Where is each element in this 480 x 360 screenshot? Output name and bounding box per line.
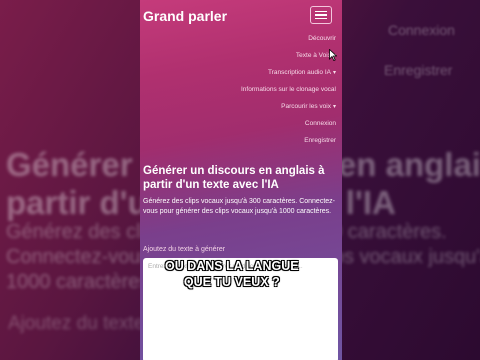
mouse-cursor-icon — [329, 49, 337, 61]
caption-line2: QUE TU VEUX ? — [183, 275, 280, 289]
chevron-down-icon: ▾ — [332, 70, 336, 76]
video-caption: OU DANS LA LANGUE QUE TU VEUX ? — [165, 258, 299, 290]
hamburger-menu-button[interactable] — [310, 6, 332, 24]
caption-line1: OU DANS LA LANGUE — [165, 259, 299, 273]
brand-logo[interactable]: Grand parler — [143, 8, 227, 24]
text-input-label: Ajoutez du texte à générer — [143, 246, 226, 253]
menu-item-texte-a-voix[interactable]: Texte à Voix▾ — [241, 47, 336, 64]
menu-item-label: Connexion — [304, 120, 336, 127]
menu-item-label: Transcription audio IA — [267, 69, 331, 76]
menu-item-label: Enregistrer — [304, 137, 336, 144]
chevron-down-icon: ▾ — [332, 104, 336, 110]
page-title: Générer un discours en anglais à partir … — [143, 165, 325, 191]
nav-menu: Découvrir Texte à Voix▾ Transcription au… — [241, 30, 336, 149]
menu-item-transcription[interactable]: Transcription audio IA ▾ — [241, 64, 336, 81]
menu-item-label: Parcourir les voix — [281, 103, 331, 110]
hamburger-icon-line — [315, 14, 327, 16]
bg-enregistrer-link: Enregistrer — [384, 62, 453, 78]
page-description: Générez des clips vocaux jusqu'à 300 car… — [143, 198, 335, 215]
mobile-page: Grand parler Découvrir Texte à Voix▾ Tra… — [140, 0, 342, 360]
menu-item-decouvrir[interactable]: Découvrir — [241, 30, 336, 47]
bg-connexion-link: Connexion — [388, 22, 455, 38]
menu-item-connexion[interactable]: Connexion — [241, 115, 336, 132]
menu-item-parcourir-voix[interactable]: Parcourir les voix ▾ — [241, 98, 336, 115]
menu-item-enregistrer[interactable]: Enregistrer — [241, 132, 336, 149]
menu-item-label: Informations sur le clonage vocal — [240, 86, 336, 93]
hamburger-icon-line — [315, 17, 327, 20]
menu-item-label: Découvrir — [308, 35, 336, 42]
menu-item-label: Texte à Voix — [295, 52, 331, 59]
menu-item-clonage-vocal[interactable]: Informations sur le clonage vocal — [241, 81, 336, 98]
hamburger-icon-line — [315, 10, 327, 13]
